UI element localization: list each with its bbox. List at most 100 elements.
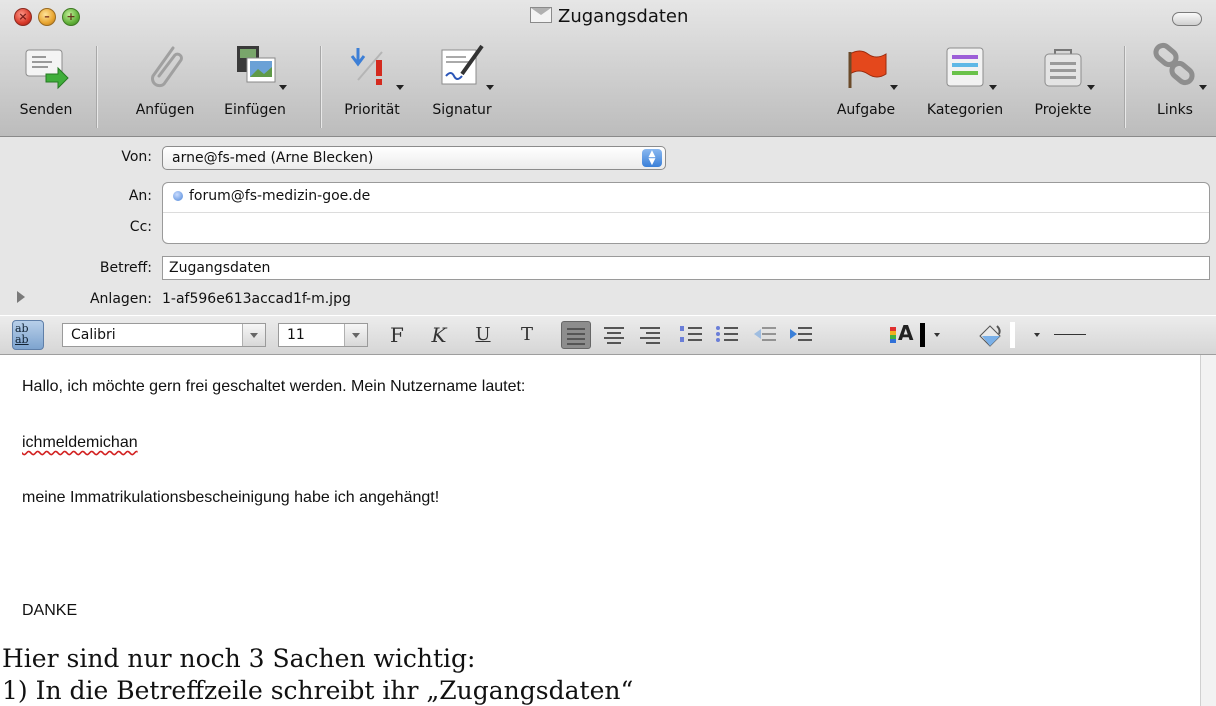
from-value: arne@fs-med (Arne Blecken) [172, 150, 374, 166]
links-icon [1149, 40, 1207, 92]
chevron-down-icon [486, 85, 494, 90]
insert-media-icon [229, 40, 287, 92]
indent-icon[interactable] [790, 324, 812, 344]
attach-label: Anfügen [135, 102, 195, 118]
font-family-select[interactable]: Calibri [62, 323, 266, 347]
envelope-icon [530, 7, 552, 23]
annotation-step: 1) In die Betreffzeile schreibt ihr „Zug… [2, 676, 634, 705]
recipients-field[interactable]: forum@fs-medizin-goe.de [162, 182, 1210, 244]
send-icon [20, 40, 72, 92]
insert-label: Einfügen [224, 102, 286, 118]
message-line: meine Immatrikulationsbescheinigung habe… [22, 489, 440, 506]
message-line: Hallo, ich möchte gern frei geschaltet w… [22, 378, 526, 395]
links-button[interactable]: Links [1140, 40, 1210, 118]
from-label: Von: [121, 149, 152, 165]
close-window-button[interactable]: × [14, 8, 32, 26]
underline-button[interactable]: U [470, 322, 496, 348]
chevron-down-icon[interactable] [242, 324, 265, 346]
task-button[interactable]: Aufgabe [826, 40, 906, 118]
signature-button[interactable]: Signatur [420, 40, 504, 118]
italic-button[interactable]: K [426, 322, 452, 348]
close-icon: × [18, 10, 28, 23]
toolbar-toggle-button[interactable] [1172, 12, 1202, 26]
contact-icon [173, 191, 183, 201]
projects-label: Projekte [1034, 102, 1092, 118]
send-label: Senden [19, 102, 73, 118]
window-title: Zugangsdaten [530, 6, 688, 27]
categories-button[interactable]: Kategorien [910, 40, 1020, 118]
chevron-down-icon [1199, 85, 1207, 90]
toolbar-separator [320, 46, 321, 128]
from-select[interactable]: arne@fs-med (Arne Blecken) ▲ ▼ [162, 146, 666, 170]
highlight-color-swatch [1010, 322, 1015, 348]
message-line: DANKE [22, 602, 78, 619]
chevron-down-icon[interactable] [934, 333, 940, 337]
font-size-select[interactable]: 11 [278, 323, 368, 347]
minimize-icon: – [44, 10, 50, 23]
divider [163, 212, 1209, 213]
align-right-button[interactable] [640, 324, 660, 344]
attachments-label: Anlagen: [89, 291, 152, 307]
align-left-button[interactable] [561, 321, 591, 349]
toolbar-separator [1124, 46, 1125, 128]
categories-label: Kategorien [926, 102, 1004, 118]
font-color-letter: A [898, 321, 914, 345]
attach-button[interactable]: Anfügen [122, 40, 208, 118]
spellcheck-toggle-icon[interactable]: ab ab [12, 320, 44, 350]
chevron-down-icon[interactable] [344, 324, 367, 346]
zoom-window-button[interactable]: + [62, 8, 80, 26]
highlight-color-button[interactable] [974, 320, 1015, 350]
annotation-heading: Hier sind nur noch 3 Sachen wichtig: [2, 644, 476, 673]
priority-button[interactable]: Priorität [330, 40, 414, 118]
window-chrome: × – + Zugangsdaten Senden Anfügen Einfüg… [0, 0, 1216, 137]
username-text: ichmeldemichan [22, 434, 138, 451]
paint-bucket-icon [979, 325, 1001, 347]
signature-label: Signatur [432, 102, 492, 118]
categories-icon [939, 40, 997, 92]
stepper-arrows-icon: ▲ ▼ [642, 149, 662, 167]
strikethrough-button[interactable]: T [514, 322, 540, 348]
font-color-swatch [920, 323, 925, 347]
links-label: Links [1157, 102, 1193, 118]
chevron-down-icon [890, 85, 898, 90]
recipient-address: forum@fs-medizin-goe.de [189, 188, 371, 204]
title-bar: × – + Zugangsdaten [0, 0, 1216, 34]
send-button[interactable]: Senden [8, 40, 84, 118]
cc-label: Cc: [129, 219, 152, 235]
align-center-button[interactable] [604, 324, 624, 344]
minimize-window-button[interactable]: – [38, 8, 56, 26]
chevron-down-icon [1087, 85, 1095, 90]
chevron-down-icon[interactable] [1034, 333, 1040, 337]
task-label: Aufgabe [836, 102, 896, 118]
recipient-token[interactable]: forum@fs-medizin-goe.de [173, 188, 370, 204]
bullet-list-icon[interactable] [716, 324, 738, 344]
bold-button[interactable]: F [384, 322, 410, 348]
outdent-icon[interactable] [754, 324, 776, 344]
subject-field[interactable]: Zugangsdaten [162, 256, 1210, 280]
numbered-list-icon[interactable] [680, 324, 702, 344]
insert-button[interactable]: Einfügen [210, 40, 300, 118]
vertical-scrollbar[interactable] [1200, 355, 1216, 706]
font-size-value: 11 [287, 327, 305, 343]
font-family-value: Calibri [71, 327, 116, 343]
chevron-down-icon [279, 85, 287, 90]
toolbar-separator [96, 46, 97, 128]
priority-icon [346, 40, 404, 92]
projects-button[interactable]: Projekte [1018, 40, 1108, 118]
priority-label: Priorität [344, 102, 400, 118]
signature-icon [436, 40, 494, 92]
horizontal-rule-icon[interactable] [1054, 334, 1086, 335]
flag-icon [840, 40, 898, 92]
paperclip-icon [139, 40, 191, 92]
attachment-filename[interactable]: 1-af596e613accad1f-m.jpg [162, 291, 351, 307]
format-bar: ab ab Calibri 11 F K U T A [0, 316, 1216, 355]
to-label: An: [128, 188, 152, 204]
window-title-text: Zugangsdaten [558, 6, 689, 27]
chevron-down-icon [989, 85, 997, 90]
projects-icon [1037, 40, 1095, 92]
zoom-icon: + [66, 10, 76, 23]
font-color-button[interactable]: A [890, 321, 946, 349]
chevron-down-icon [396, 85, 404, 90]
disclosure-triangle-icon[interactable] [17, 291, 25, 303]
subject-label: Betreff: [99, 260, 152, 276]
